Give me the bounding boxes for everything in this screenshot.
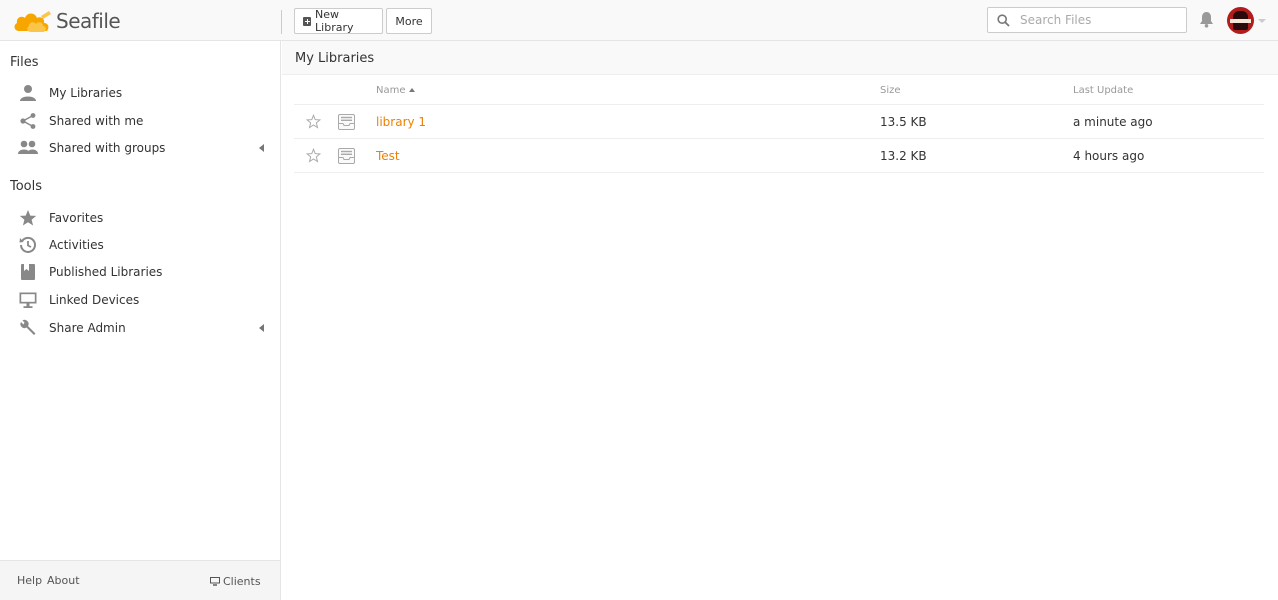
side-nav: Files My Libraries Shared with me Shared… [0,41,281,600]
top-header: Seafile New Library More [0,0,1278,41]
tools-section-title: Tools [10,179,43,194]
sidebar-item-activities[interactable]: Activities [18,233,268,257]
page-title: My Libraries [295,51,375,66]
bell-icon[interactable] [1199,11,1214,28]
search-icon [997,13,1010,27]
book-icon [18,262,38,282]
sidebar-item-share-admin[interactable]: Share Admin [18,316,268,340]
sidebar-item-label: Share Admin [49,321,126,335]
path-bar: My Libraries [282,41,1278,75]
logo-text: Seafile [56,9,121,33]
history-icon [18,235,38,255]
about-link[interactable]: About [47,574,80,587]
library-last-update: a minute ago [1073,115,1153,129]
sidebar-item-published-libraries[interactable]: Published Libraries [18,260,268,284]
sidebar-item-favorites[interactable]: Favorites [18,206,268,230]
sidebar-item-my-libraries[interactable]: My Libraries [18,81,268,105]
clients-label: Clients [223,575,261,588]
column-header-label: Name [376,85,406,96]
seafile-logo[interactable]: Seafile [13,7,121,35]
sidebar-item-label: My Libraries [49,86,123,100]
library-icon [338,114,355,130]
files-section-title: Files [10,55,39,70]
help-link[interactable]: Help [17,574,42,587]
table-row[interactable]: Test 13.2 KB 4 hours ago [294,139,1264,173]
sidebar-item-label: Published Libraries [49,265,163,279]
library-size: 13.2 KB [880,149,927,163]
new-library-label: New Library [315,8,354,34]
expand-arrow-icon[interactable] [259,144,264,152]
column-header-name[interactable]: Name [376,85,415,96]
monitor-icon [18,290,38,310]
user-icon [18,83,38,103]
sidebar-item-label: Favorites [49,211,104,225]
star-icon [18,208,38,228]
sidebar-item-linked-devices[interactable]: Linked Devices [18,288,268,312]
library-name-link[interactable]: library 1 [376,115,426,129]
share-icon [18,111,38,131]
sidebar-item-label: Shared with me [49,114,144,128]
column-header-last-update: Last Update [1073,85,1134,96]
header-divider [281,10,282,34]
more-button[interactable]: More [386,8,432,34]
sidebar-item-label: Linked Devices [49,293,140,307]
library-size: 13.5 KB [880,115,927,129]
table-header: Name Size Last Update [294,75,1264,105]
clients-link[interactable]: Clients [210,575,261,588]
main-panel: My Libraries Name Size Last Update libra… [282,41,1278,600]
seafile-cloud-icon [14,11,51,32]
more-label: More [395,14,423,28]
group-icon [18,138,38,158]
library-last-update: 4 hours ago [1073,149,1145,163]
expand-arrow-icon[interactable] [259,324,264,332]
plus-icon [303,16,312,26]
wrench-icon [18,318,38,338]
search-input[interactable] [1020,13,1170,27]
sidebar-footer: Help About Clients [0,560,280,600]
star-outline-icon[interactable] [306,114,321,129]
library-icon [338,148,355,164]
sidebar-item-label: Activities [49,238,104,252]
library-name-link[interactable]: Test [376,149,400,163]
monitor-icon [210,577,220,586]
search-box[interactable] [987,7,1187,33]
seafile-app: Seafile New Library More Files [0,0,1278,600]
sidebar-item-shared-with-me[interactable]: Shared with me [18,109,268,133]
new-library-button[interactable]: New Library [294,8,383,34]
sidebar-item-label: Shared with groups [49,141,166,155]
chevron-down-icon[interactable] [1258,19,1266,23]
library-table: Name Size Last Update library 1 13.5 KB … [294,75,1264,173]
user-avatar[interactable] [1227,7,1254,34]
sort-asc-icon [408,88,415,92]
star-outline-icon[interactable] [306,148,321,163]
column-header-size: Size [880,85,901,96]
table-row[interactable]: library 1 13.5 KB a minute ago [294,105,1264,139]
sidebar-item-shared-with-groups[interactable]: Shared with groups [18,136,268,160]
